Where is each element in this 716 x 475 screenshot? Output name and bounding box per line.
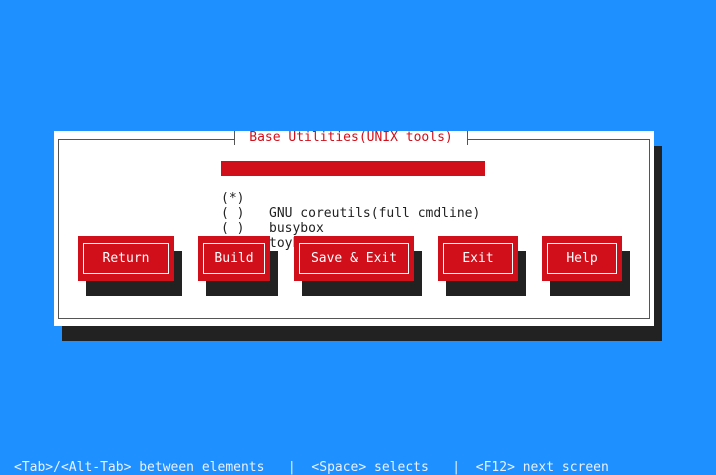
option-gnu-coreutils[interactable]: (*) GNU coreutils(full cmdline)	[221, 176, 485, 221]
return-button[interactable]: Return	[78, 236, 174, 281]
option-busybox[interactable]: ( ) busybox	[221, 191, 485, 236]
option-label: busybox	[269, 221, 324, 236]
option-toybox[interactable]: ( ) toybox	[221, 206, 485, 251]
exit-button[interactable]: Exit	[438, 236, 518, 281]
key-help-status-bar: <Tab>/<Alt-Tab> between elements | <Spac…	[14, 460, 609, 475]
help-button-label: Help	[547, 243, 617, 274]
build-button[interactable]: Build	[198, 236, 270, 281]
save-exit-button[interactable]: Save & Exit	[294, 236, 414, 281]
save-exit-button-label: Save & Exit	[299, 243, 409, 274]
return-button-label: Return	[83, 243, 169, 274]
radio-marker: ( )	[221, 221, 245, 236]
dialog-window: Base Utilities(UNIX tools) Base Utilitie…	[54, 131, 654, 326]
help-button[interactable]: Help	[542, 236, 622, 281]
list-header: Base Utilities	[221, 161, 485, 191]
build-button-label: Build	[203, 243, 265, 274]
exit-button-label: Exit	[443, 243, 513, 274]
dialog-title: Base Utilities(UNIX tools)	[234, 131, 468, 145]
terminal-screen: { "dialog": { "title": " Base Utilities(…	[0, 0, 716, 475]
